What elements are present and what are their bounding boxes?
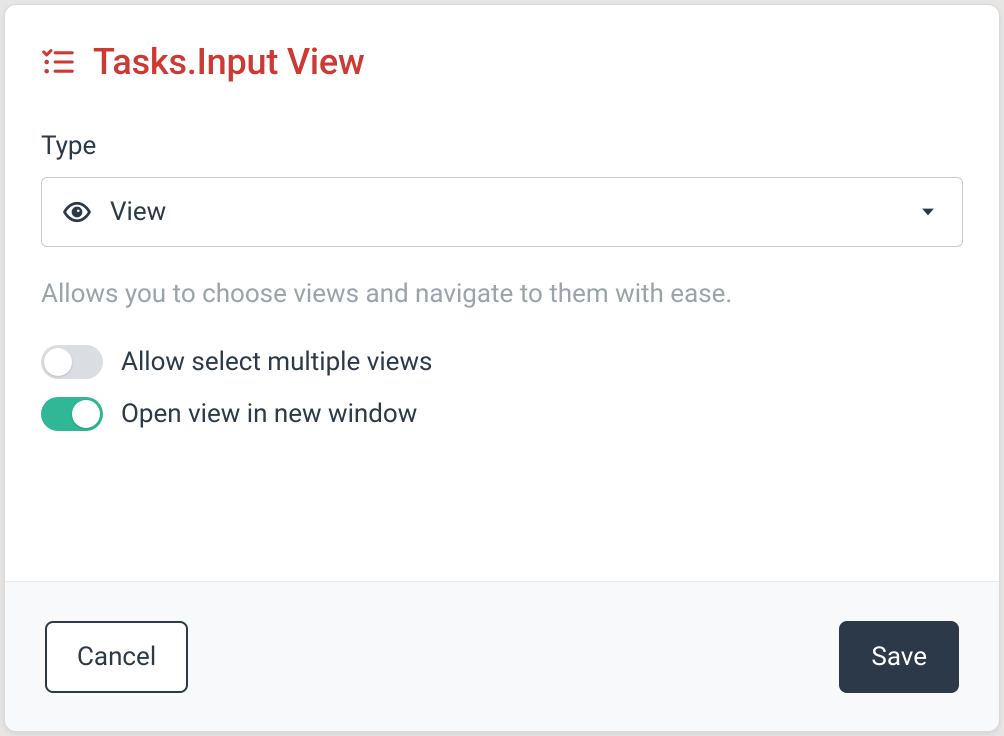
eye-icon bbox=[62, 197, 92, 227]
type-helper-text: Allows you to choose views and navigate … bbox=[41, 279, 963, 309]
type-select[interactable]: View bbox=[41, 177, 963, 247]
toggle-row-allow-multiple: Allow select multiple views bbox=[41, 345, 963, 379]
open-new-window-label: Open view in new window bbox=[121, 399, 417, 429]
toggle-row-open-new-window: Open view in new window bbox=[41, 397, 963, 431]
cancel-button[interactable]: Cancel bbox=[45, 621, 188, 693]
dialog: Tasks.Input View Type View Allows you to… bbox=[4, 4, 1000, 732]
type-select-value: View bbox=[110, 197, 918, 227]
allow-multiple-label: Allow select multiple views bbox=[121, 347, 432, 377]
allow-multiple-toggle[interactable] bbox=[41, 345, 103, 379]
type-label: Type bbox=[41, 131, 963, 161]
open-new-window-toggle[interactable] bbox=[41, 397, 103, 431]
dialog-title-row: Tasks.Input View bbox=[41, 41, 963, 83]
dialog-body: Tasks.Input View Type View Allows you to… bbox=[5, 5, 999, 581]
save-button[interactable]: Save bbox=[839, 621, 959, 693]
chevron-down-icon bbox=[918, 202, 938, 222]
toggle-knob bbox=[44, 348, 72, 376]
list-check-icon bbox=[41, 45, 75, 79]
dialog-footer: Cancel Save bbox=[5, 581, 999, 731]
dialog-title: Tasks.Input View bbox=[93, 41, 364, 83]
toggle-knob bbox=[72, 400, 100, 428]
